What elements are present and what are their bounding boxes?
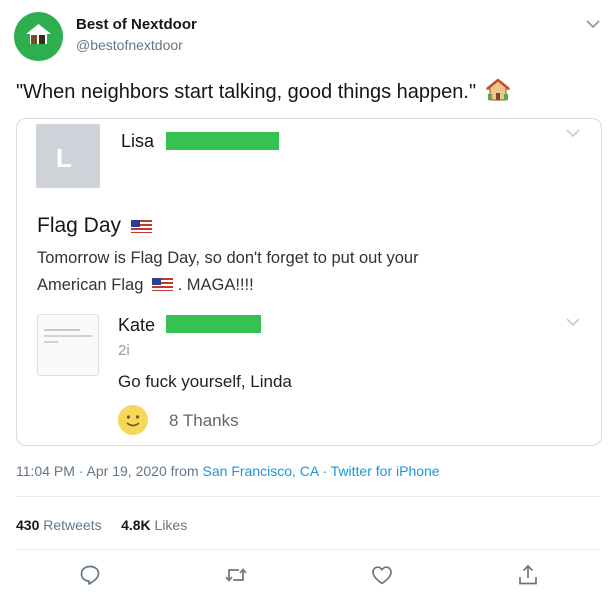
post-chevron-icon	[566, 129, 580, 138]
post-body-line2-b: . MAGA!!!!	[177, 276, 254, 294]
tweet-text: "When neighbors start talking, good thin…	[16, 78, 511, 104]
us-flag-icon	[130, 220, 152, 233]
house-icon	[26, 24, 51, 44]
post-body-line1: Tomorrow is Flag Day, so don't forget to…	[37, 249, 419, 267]
reply-chevron-icon	[566, 318, 580, 327]
reply-meta: 2i	[118, 342, 130, 359]
post-author-name: Lisa	[121, 131, 155, 151]
tweet-stats: 430 Retweets 4.8K Likes	[16, 517, 187, 533]
account-avatar[interactable]	[14, 12, 63, 61]
reply-author-avatar	[37, 314, 99, 376]
smile-icon	[118, 405, 148, 435]
tweet-text-content: "When neighbors start talking, good thin…	[16, 81, 477, 103]
post-body: Tomorrow is Flag Day, so don't forget to…	[37, 245, 577, 299]
us-flag-icon	[151, 278, 173, 291]
reply-icon[interactable]	[78, 563, 102, 587]
embedded-post-card: L Lisa Flag Day Tomorrow is Flag Day, so…	[16, 118, 602, 446]
like-icon[interactable]	[370, 563, 394, 587]
redaction-bar	[166, 315, 261, 333]
post-title: Flag Day	[37, 214, 152, 238]
tweet-meta: 11:04 PM · Apr 19, 2020 from San Francis…	[16, 463, 440, 479]
reply-text: Go fuck yourself, Linda	[118, 372, 292, 391]
thanks-count: 8 Thanks	[169, 411, 239, 430]
post-title-text: Flag Day	[37, 214, 122, 237]
blurred-thumbnail	[44, 329, 92, 343]
tweet-time[interactable]: 11:04 PM · Apr 19, 2020 from	[16, 463, 203, 479]
retweets-label: Retweets	[43, 517, 102, 533]
post-body-line2: American Flag . MAGA!!!!	[37, 272, 577, 299]
account-handle[interactable]: @bestofnextdoor	[76, 37, 183, 53]
retweet-icon[interactable]	[224, 563, 248, 587]
reply-author-name: Kate	[118, 315, 156, 335]
share-icon[interactable]	[516, 563, 540, 587]
likes-count: 4.8K	[121, 517, 151, 533]
likes-label: Likes	[154, 517, 188, 533]
avatar-letter: L	[56, 143, 72, 173]
meta-separator: ·	[318, 463, 331, 479]
likes-stat[interactable]: 4.8K Likes	[121, 517, 187, 533]
chevron-down-icon[interactable]	[585, 19, 601, 29]
tweet-client-link[interactable]: Twitter for iPhone	[331, 463, 440, 479]
divider	[16, 496, 600, 497]
tweet-location-link[interactable]: San Francisco, CA	[203, 463, 319, 479]
post-body-line2-a: American Flag	[37, 276, 144, 294]
redaction-bar	[166, 132, 279, 150]
retweets-stat[interactable]: 430 Retweets	[16, 517, 102, 533]
house-emoji-icon	[485, 78, 511, 101]
divider	[16, 549, 600, 550]
retweets-count: 430	[16, 517, 40, 533]
account-name[interactable]: Best of Nextdoor	[76, 16, 197, 33]
post-author-avatar: L	[36, 124, 100, 188]
